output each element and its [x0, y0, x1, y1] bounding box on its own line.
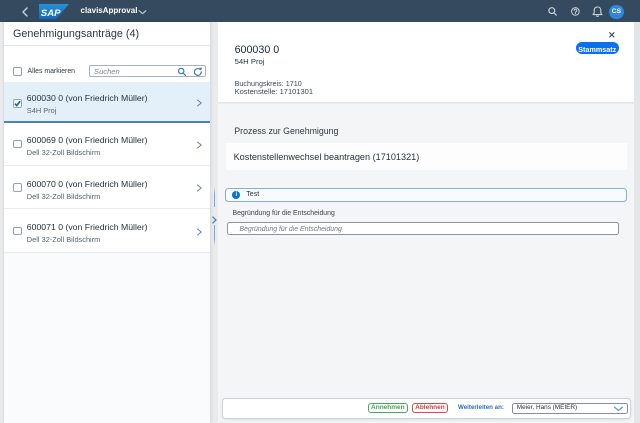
- svg-text:SAP: SAP: [41, 7, 61, 18]
